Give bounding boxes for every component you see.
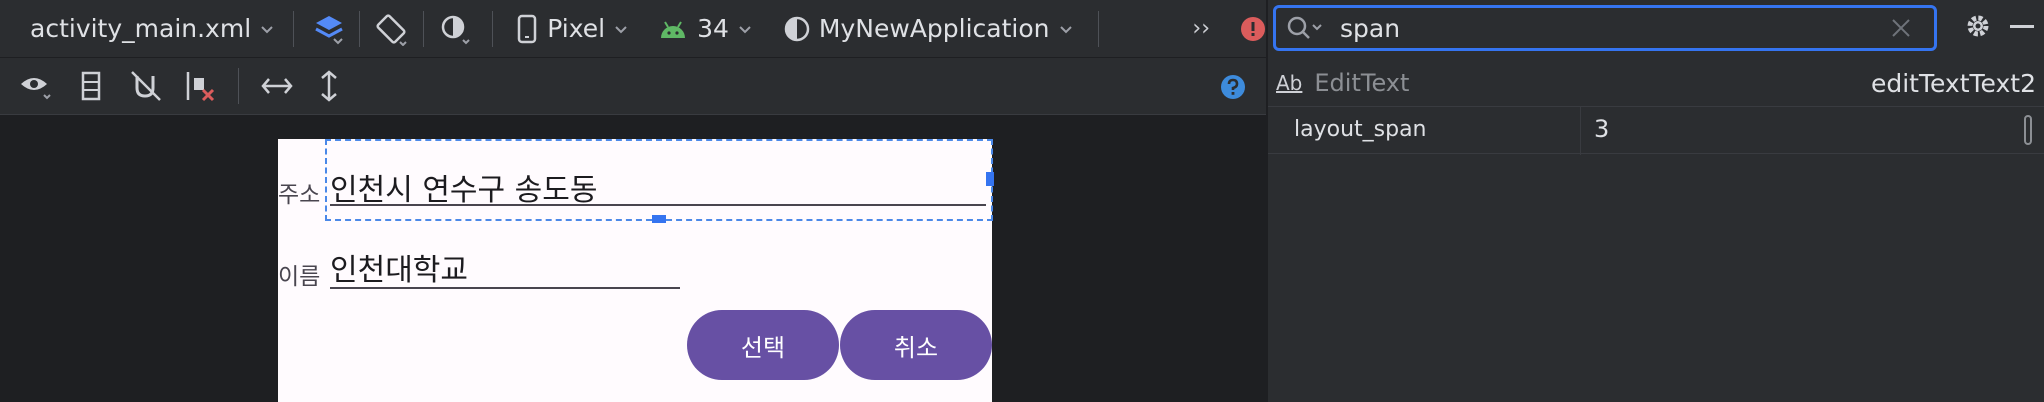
- chevron-down-icon: [1059, 25, 1072, 33]
- view-options-toolbar: [0, 58, 1266, 115]
- search-input[interactable]: span: [1340, 14, 1400, 43]
- attribute-search-field[interactable]: span: [1273, 5, 1937, 51]
- design-toolbar: activity_main.xml Pixel 34 MyNewApplicat…: [0, 0, 1266, 58]
- api-level-dropdown[interactable]: 34: [659, 0, 753, 58]
- clear-search-icon[interactable]: [1890, 17, 1912, 39]
- chevron-down-icon: [739, 25, 751, 33]
- expand-vertical-icon[interactable]: [309, 58, 349, 115]
- eye-icon[interactable]: [16, 58, 56, 115]
- toolbar-divider: [1097, 10, 1099, 47]
- gear-icon[interactable]: [1964, 12, 1992, 40]
- theme-dropdown[interactable]: MyNewApplication: [783, 0, 1074, 58]
- theme-name: MyNewApplication: [818, 14, 1050, 43]
- resize-handle-right[interactable]: [986, 172, 994, 186]
- resize-handle-bottom[interactable]: [652, 215, 666, 223]
- attribute-name: layout_span: [1294, 117, 1427, 142]
- file-name: activity_main.xml: [30, 14, 252, 43]
- blueprint-icon[interactable]: [76, 58, 106, 115]
- layers-icon[interactable]: [312, 0, 347, 58]
- toolbar-divider: [422, 10, 424, 47]
- toolbar-divider: [293, 10, 295, 47]
- design-canvas: 주소 인천시 연수구 송도동 이름 인천대학교 선택 취소: [0, 115, 1266, 402]
- cancel-button[interactable]: 취소: [840, 310, 992, 380]
- chevron-down-icon: [615, 25, 627, 33]
- android-icon: [661, 20, 686, 38]
- device-preview: 주소 인천시 연수구 송도동 이름 인천대학교 선택 취소: [278, 139, 994, 402]
- phone-icon: [518, 14, 537, 43]
- device-name: Pixel: [547, 14, 606, 43]
- name-label: 이름: [278, 264, 321, 290]
- error-icon[interactable]: [1240, 0, 1266, 58]
- orientation-icon[interactable]: [374, 0, 409, 58]
- selection-box[interactable]: [325, 139, 993, 221]
- edittext-badge-icon: Ab: [1276, 71, 1303, 95]
- toolbar-divider: [358, 10, 360, 47]
- design-pane: activity_main.xml Pixel 34 MyNewApplicat…: [0, 0, 1266, 402]
- component-header: Ab EditText editTextText2: [1268, 60, 2044, 106]
- attribute-value-input[interactable]: 3: [1594, 115, 1609, 143]
- help-icon[interactable]: [1220, 58, 1246, 115]
- attributes-pane: span Ab EditText editTextText2 layout_sp…: [1268, 0, 2044, 402]
- address-label: 주소: [278, 182, 321, 208]
- android-studio-layout-editor: activity_main.xml Pixel 34 MyNewApplicat…: [0, 0, 2044, 402]
- select-button[interactable]: 선택: [687, 310, 839, 380]
- device-dropdown[interactable]: Pixel: [517, 0, 629, 58]
- more-glyph: ››: [1192, 16, 1210, 41]
- attribute-row: layout_span 3: [1268, 106, 2044, 155]
- search-icon: [1287, 16, 1322, 39]
- component-type: EditText: [1314, 69, 1410, 97]
- clear-constraints-icon[interactable]: [180, 58, 220, 115]
- toolbar-divider: [238, 68, 239, 104]
- toolbar-divider: [492, 10, 494, 47]
- expand-horizontal-icon[interactable]: [257, 58, 297, 115]
- magnet-off-icon[interactable]: [126, 58, 166, 115]
- api-level: 34: [697, 14, 729, 43]
- night-mode-icon[interactable]: [438, 0, 473, 58]
- minimize-icon[interactable]: [2010, 25, 2034, 28]
- component-id[interactable]: editTextText2: [1871, 69, 2036, 98]
- more-actions-button[interactable]: ››: [1192, 0, 1210, 58]
- chevron-down-icon: [261, 25, 273, 33]
- file-dropdown[interactable]: activity_main.xml: [30, 0, 275, 58]
- theme-icon: [784, 16, 810, 41]
- column-divider: [1580, 107, 1581, 155]
- name-edittext[interactable]: 인천대학교: [330, 245, 468, 289]
- attribute-value-picker[interactable]: [2024, 115, 2032, 145]
- name-underline: [330, 287, 680, 289]
